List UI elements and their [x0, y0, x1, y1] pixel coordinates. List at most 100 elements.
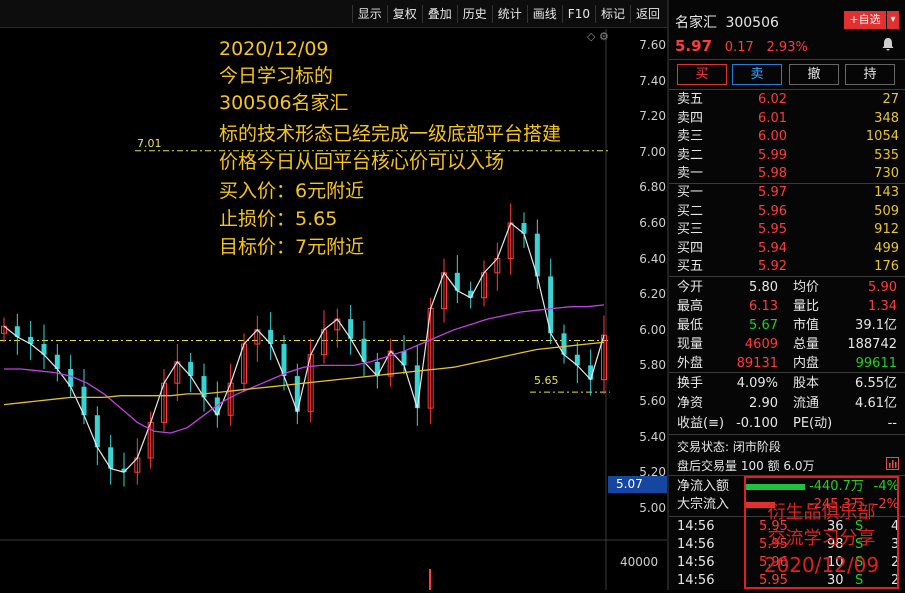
ask-label: 卖五 [677, 92, 704, 107]
watermark-line-3: 2020/12/09 [763, 553, 880, 577]
bid-volume: 176 [874, 259, 899, 274]
ask-row[interactable]: 卖四 6.01 348 [677, 110, 899, 128]
toolbar-f10[interactable]: F10 [561, 5, 595, 23]
ask-row[interactable]: 卖五 6.02 27 [677, 91, 899, 109]
annotation-stock: 300506名家汇 [219, 92, 349, 114]
after-hours-amt: 6.0万 [783, 459, 815, 473]
stat-value: 188742 [847, 337, 897, 352]
bid-label: 买三 [677, 222, 704, 237]
hold-button[interactable]: 持 [845, 64, 895, 85]
toolbar-display[interactable]: 显示 [351, 5, 387, 23]
ask-row[interactable]: 卖二 5.99 535 [677, 147, 899, 165]
trade-status-label: 交易状态: [677, 440, 730, 454]
tick-time: 14:56 [677, 519, 715, 534]
stat-label: 净资 [677, 396, 704, 411]
ma-yellow-line [3, 341, 605, 406]
bid-volume: 143 [874, 185, 899, 200]
stat-label: 现量 [677, 337, 704, 352]
bid-price: 5.94 [758, 240, 787, 256]
bid-row[interactable]: 买二 5.96 509 [677, 203, 899, 221]
ask-label: 卖二 [677, 147, 704, 163]
tick-time: 14:56 [677, 555, 715, 570]
tick-time: 14:56 [677, 537, 715, 552]
stat-value: 4609 [744, 337, 778, 352]
bid-price: 5.92 [758, 259, 787, 274]
stock-code: 300506 [725, 15, 779, 31]
bid-price: 5.95 [758, 222, 787, 237]
bid-row[interactable]: 买一 5.97 143 [677, 184, 899, 202]
ask-price: 6.00 [758, 129, 787, 144]
ask-price: 6.01 [758, 110, 787, 126]
level-label-stop: 5.65 [534, 374, 559, 387]
stat-label: 市值 [793, 318, 820, 333]
bid-row[interactable]: 买四 5.94 499 [677, 240, 899, 258]
price-axis: 7.60 7.40 7.20 7.00 6.80 6.60 6.40 6.20 6.00 5.80… [606, 29, 666, 515]
ask-row[interactable]: 卖三 6.00 1054 [677, 128, 899, 146]
volume-axis-label: 40000 [620, 555, 659, 569]
toolbar-adjust[interactable]: 复权 [386, 5, 422, 23]
toolbar-stats[interactable]: 统计 [491, 5, 527, 23]
bar-chart-icon[interactable] [886, 457, 899, 470]
after-hours-volume: 盘后交易量 100 额 6.0万 [677, 457, 815, 474]
buy-button[interactable]: 买 [677, 64, 727, 85]
stat-row: 换手 4.09% 股本 6.55亿 [669, 373, 905, 394]
stat-value: 6.55亿 [855, 376, 897, 391]
stat-label: 内盘 [793, 356, 820, 371]
bid-label: 买二 [677, 203, 704, 219]
annotation-title: 今日学习标的 [219, 65, 334, 87]
favorite-dropdown-button[interactable]: ▾ [887, 11, 899, 29]
bid-label: 买四 [677, 240, 704, 256]
bid-price: 5.97 [758, 185, 787, 200]
price-tick: 6.40 [639, 251, 666, 266]
chart-corner-icons[interactable]: ◇ ⚙ [587, 30, 609, 43]
toolbar-back[interactable]: 返回 [629, 5, 665, 23]
bid-label: 买一 [677, 185, 704, 200]
chart-toolbar: 显示 复权 叠加 历史 统计 画线 F10 标记 返回 [351, 5, 665, 23]
stock-header: 名家汇 300506 [675, 12, 779, 32]
annotation-entry: 价格今日从回平台核心价可以入场 [219, 151, 505, 173]
trade-status-value: 闭市阶段 [732, 440, 781, 454]
stat-row: 外盘 89131 内盘 99611 [669, 353, 905, 374]
price-tick: 7.40 [639, 73, 666, 88]
ask-row[interactable]: 卖一 5.98 730 [677, 165, 899, 183]
stat-label: 总量 [793, 337, 820, 352]
stat-label: 换手 [677, 376, 704, 391]
price-tick: 5.40 [639, 429, 666, 444]
ask-price: 5.98 [758, 166, 787, 181]
price-change: 0.17 [724, 40, 754, 55]
stat-row: 最高 6.13 量比 1.34 [669, 296, 905, 317]
toolbar-mark[interactable]: 标记 [594, 5, 630, 23]
stat-value: 5.67 [749, 318, 778, 333]
bid-label: 买五 [677, 259, 704, 274]
toolbar-history[interactable]: 历史 [456, 5, 492, 23]
toolbar-draw[interactable]: 画线 [526, 5, 562, 23]
watermark-box: 衍生品俱乐部 交流学习分享 2020/12/09 [744, 476, 899, 589]
stat-row: 今开 5.80 均价 5.90 [669, 277, 905, 298]
stat-value: 1.34 [868, 299, 897, 314]
ask-volume: 27 [882, 92, 899, 107]
ma-purple-line [4, 304, 605, 434]
stat-value: 89131 [736, 356, 778, 371]
bid-row[interactable]: 买五 5.92 176 [677, 258, 899, 276]
annotation-buy: 买入价：6元附近 [219, 180, 365, 202]
watermark-line-2: 交流学习分享 [767, 528, 876, 549]
add-favorite-button[interactable]: +自选 [844, 11, 886, 29]
cancel-button[interactable]: 撤 [789, 64, 839, 85]
ask-label: 卖一 [677, 166, 704, 181]
stat-value: -0.100 [736, 416, 778, 431]
toolbar-overlay[interactable]: 叠加 [421, 5, 457, 23]
stat-label: 流通 [793, 396, 820, 411]
stat-label: 最高 [677, 299, 704, 314]
annotation-stop: 止损价：5.65 [219, 208, 338, 230]
bid-row[interactable]: 买三 5.95 912 [677, 221, 899, 239]
stat-value: 2.90 [749, 396, 778, 411]
trade-status: 交易状态: 闭市阶段 [677, 438, 781, 455]
price-tick: 5.00 [639, 500, 666, 515]
ask-volume: 1054 [865, 129, 899, 144]
bell-icon[interactable] [881, 37, 895, 51]
stat-value: 39.1亿 [855, 318, 897, 333]
sell-button[interactable]: 卖 [732, 64, 782, 85]
net-inflow-label: 净流入额 [677, 479, 730, 494]
after-hours-amt-label: 额 [767, 459, 780, 473]
price-tick: 7.60 [639, 38, 666, 52]
